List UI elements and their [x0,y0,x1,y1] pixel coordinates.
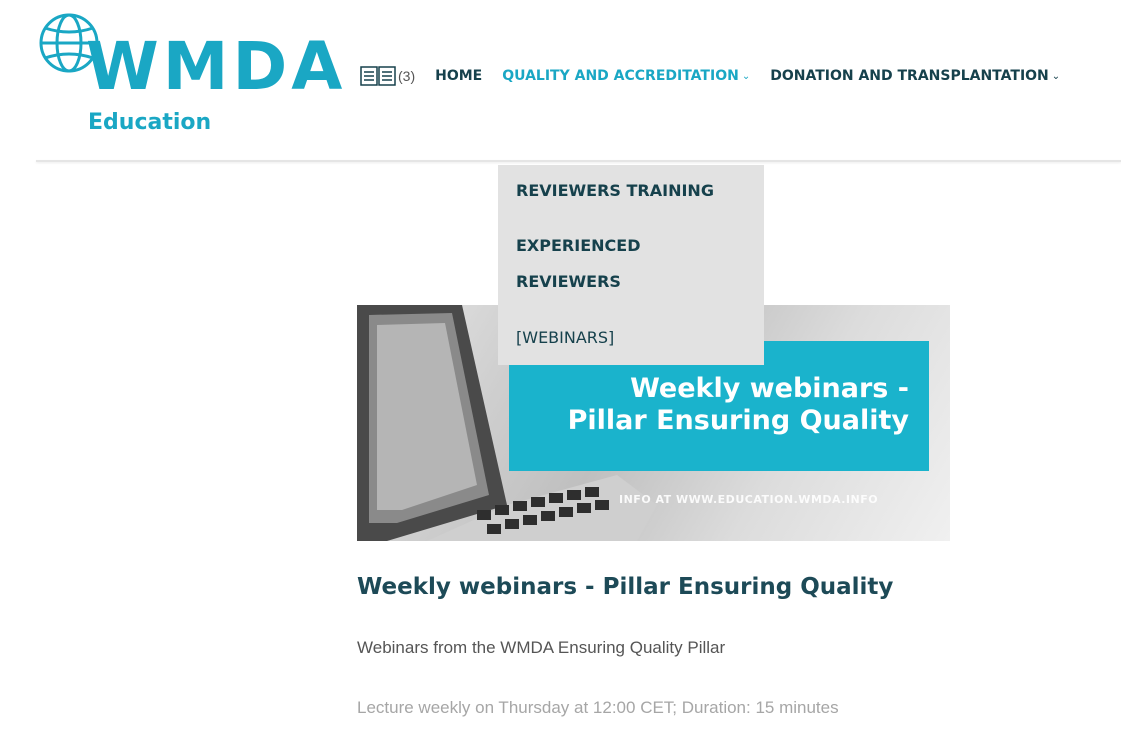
dropdown-item-label: EXPERIENCED [516,236,641,255]
nav-item-quality-and-accreditation[interactable]: QUALITY AND ACCREDITATION ⌄ [502,68,750,84]
dropdown-item-experienced-reviewers[interactable]: EXPERIENCED REVIEWERS [516,228,640,300]
chevron-down-icon: ⌄ [1051,70,1061,82]
banner-title-line: Weekly webinars - [630,373,909,404]
nav-item-donation-and-transplantation[interactable]: DONATION AND TRANSPLANTATION ⌄ [770,68,1060,84]
book-list-link[interactable]: (3) [360,65,415,87]
nav-item-label: DONATION AND TRANSPLANTATION [770,68,1049,84]
dropdown-item-reviewers-training[interactable]: REVIEWERS TRAINING [516,173,714,209]
header-divider [36,160,1121,162]
dropdown-item-label: [WEBINARS] [516,328,615,347]
logo-wordmark: WMDA [86,28,347,105]
article-description: Webinars from the WMDA Ensuring Quality … [357,638,726,657]
chevron-down-icon: ⌄ [741,70,751,82]
main-navigation: (3) HOME QUALITY AND ACCREDITATION ⌄ DON… [360,63,1080,89]
nav-item-home[interactable]: HOME [435,68,482,84]
banner-title: Weekly webinars - Pillar Ensuring Qualit… [568,373,909,437]
logo-subtitle: Education [88,110,212,135]
nav-item-label: QUALITY AND ACCREDITATION [502,68,739,84]
book-open-icon [360,66,396,86]
dropdown-item-label: REVIEWERS TRAINING [516,181,714,200]
book-count: (3) [398,68,416,84]
article-lecture-info: Lecture weekly on Thursday at 12:00 CET;… [357,698,839,717]
quality-accreditation-dropdown: REVIEWERS TRAINING EXPERIENCED REVIEWERS… [498,165,764,365]
nav-item-label: HOME [435,68,483,84]
dropdown-item-webinars[interactable]: [WEBINARS] [516,320,614,356]
banner-title-line: Pillar Ensuring Quality [567,405,909,436]
dropdown-item-label: REVIEWERS [516,272,621,291]
article-title-link[interactable]: Weekly webinars - Pillar Ensuring Qualit… [357,574,893,600]
wmda-education-logo[interactable]: WMDA Education [36,10,342,142]
banner-info-text: INFO AT WWW.EDUCATION.WMDA.INFO [619,493,879,506]
